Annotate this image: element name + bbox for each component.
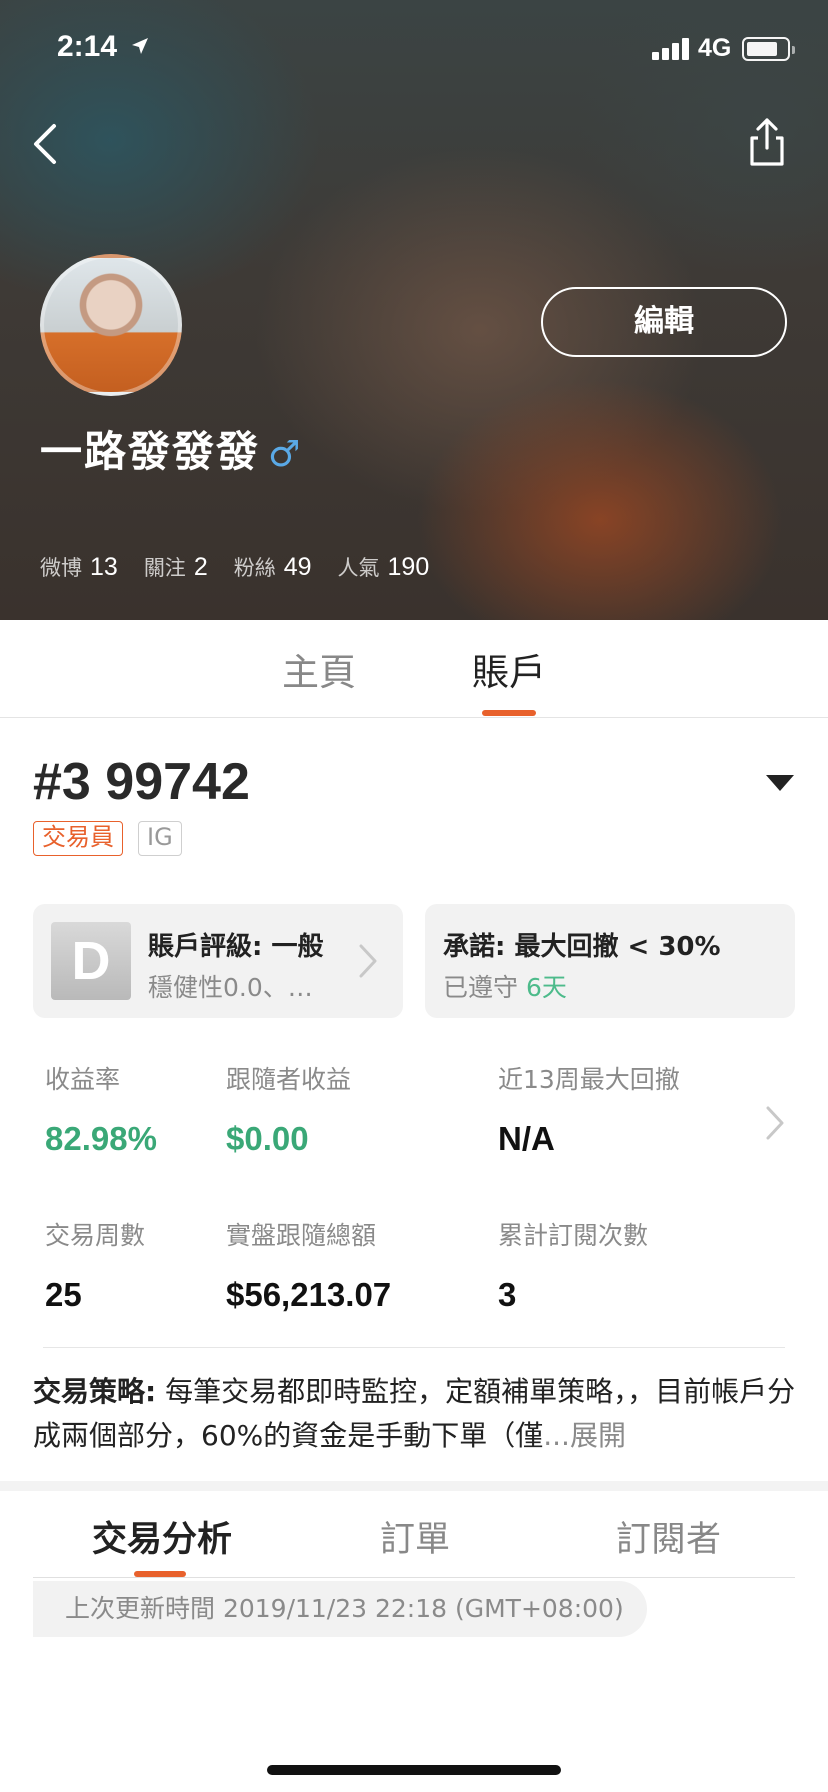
metric-subscription-count: 累計訂閱次數 3: [498, 1216, 648, 1314]
network-type: 4G: [698, 34, 732, 62]
metric-label: 交易周數: [45, 1221, 146, 1250]
home-indicator: [267, 1765, 561, 1775]
metric-max-drawdown: 近13周最大回撤 N/A: [498, 1060, 680, 1158]
metric-trading-weeks: 交易周數 25: [45, 1216, 145, 1314]
strategy-label: 交易策略:: [33, 1375, 157, 1408]
stat-value: 13: [90, 553, 118, 581]
avatar[interactable]: [40, 254, 182, 396]
share-icon: [750, 118, 784, 166]
promise-title: 承諾: 最大回撤 < 30%: [443, 932, 721, 962]
account-rating-card[interactable]: D 賬戶評級: 一般 穩健性0.0、…: [33, 904, 403, 1018]
male-icon: ♂: [268, 434, 303, 475]
stat-popularity: 人氣 190: [338, 552, 430, 582]
metric-label: 實盤跟隨總額: [226, 1221, 377, 1250]
username-text: 一路發發發: [40, 427, 261, 476]
promise-kept-label: 已遵守: [443, 973, 519, 1002]
metric-total-following: 實盤跟隨總額 $56,213.07: [226, 1216, 391, 1314]
stat-label: 人氣: [337, 556, 380, 580]
divider: [33, 1577, 795, 1578]
back-button[interactable]: [22, 112, 78, 174]
promise-kept: 已遵守 6天: [443, 968, 567, 1004]
trader-badge: 交易員: [33, 821, 123, 856]
share-button[interactable]: [742, 112, 792, 172]
profile-header: 2:14 4G 編輯 一路發發發 ♂ 微博 13 關注 2 粉絲 49 人氣 190: [0, 0, 828, 620]
divider: [43, 1347, 785, 1348]
chevron-right-icon[interactable]: [764, 1104, 786, 1142]
location-arrow-icon: [130, 36, 150, 60]
expand-link[interactable]: ...展開: [543, 1419, 626, 1452]
stat-value: 2: [193, 553, 208, 581]
grade-badge: D: [51, 922, 131, 1000]
metric-value: 25: [45, 1276, 82, 1313]
signal-icon: [652, 38, 690, 60]
promise-kept-days: 6天: [525, 973, 567, 1002]
stat-value: 49: [283, 553, 312, 581]
username: 一路發發發 ♂: [40, 418, 302, 479]
stat-label: 關注: [143, 556, 186, 580]
tab-orders[interactable]: 訂單: [380, 1511, 450, 1562]
stat-label: 粉絲: [233, 556, 276, 580]
metric-value: $56,213.07: [226, 1276, 392, 1313]
metric-return: 收益率 82.98%: [45, 1060, 157, 1158]
profile-stats: 微博 13 關注 2 粉絲 49 人氣 190: [40, 552, 455, 582]
account-number: #3 99742: [33, 753, 250, 811]
metric-value: 3: [498, 1276, 517, 1313]
battery-icon: [742, 37, 795, 61]
broker-badge: IG: [138, 821, 182, 856]
rating-title: 賬戶評級: 一般: [148, 932, 324, 962]
metric-label: 累計訂閱次數: [498, 1221, 649, 1250]
analysis-tabs: 交易分析 訂單 訂閱者: [0, 1491, 828, 1577]
profile-tabs: 主頁 賬戶: [0, 620, 828, 718]
edit-button[interactable]: 編輯: [541, 287, 787, 357]
caret-down-icon[interactable]: [766, 775, 794, 791]
metric-value: $0.00: [226, 1120, 309, 1157]
section-gap: [0, 1481, 828, 1491]
last-updated: 上次更新時間 2019/11/23 22:18 (GMT+08:00): [33, 1581, 647, 1637]
metric-value: N/A: [498, 1120, 555, 1157]
stat-fans[interactable]: 粉絲 49: [234, 552, 312, 582]
chevron-right-icon: [359, 944, 377, 978]
chevron-left-icon: [34, 124, 56, 164]
tab-subscribers[interactable]: 訂閱者: [616, 1511, 721, 1562]
active-tab-indicator: [482, 710, 536, 716]
tab-trade-analysis[interactable]: 交易分析: [92, 1511, 232, 1562]
status-bar: 2:14 4G: [0, 0, 828, 100]
stat-label: 微博: [40, 556, 82, 580]
metric-label: 近13周最大回撤: [498, 1065, 680, 1094]
stat-following[interactable]: 關注 2: [144, 552, 208, 582]
trading-strategy: 交易策略: 每筆交易都即時監控，定額補單策略，，目前帳戶分成兩個部分，60%的資…: [33, 1370, 803, 1458]
metric-follower-profit: 跟隨者收益 $0.00: [226, 1060, 351, 1158]
metric-label: 跟隨者收益: [226, 1065, 352, 1094]
tab-account[interactable]: 賬戶: [472, 642, 546, 696]
rating-subtitle: 穩健性0.0、…: [148, 973, 313, 1002]
promise-card[interactable]: 承諾: 最大回撤 < 30% 已遵守 6天: [425, 904, 795, 1018]
stat-weibo[interactable]: 微博 13: [40, 552, 118, 582]
tab-home[interactable]: 主頁: [282, 642, 356, 696]
stat-value: 190: [387, 553, 430, 581]
metric-label: 收益率: [45, 1065, 121, 1094]
status-time: 2:14: [57, 30, 118, 63]
metric-value: 82.98%: [45, 1120, 157, 1157]
